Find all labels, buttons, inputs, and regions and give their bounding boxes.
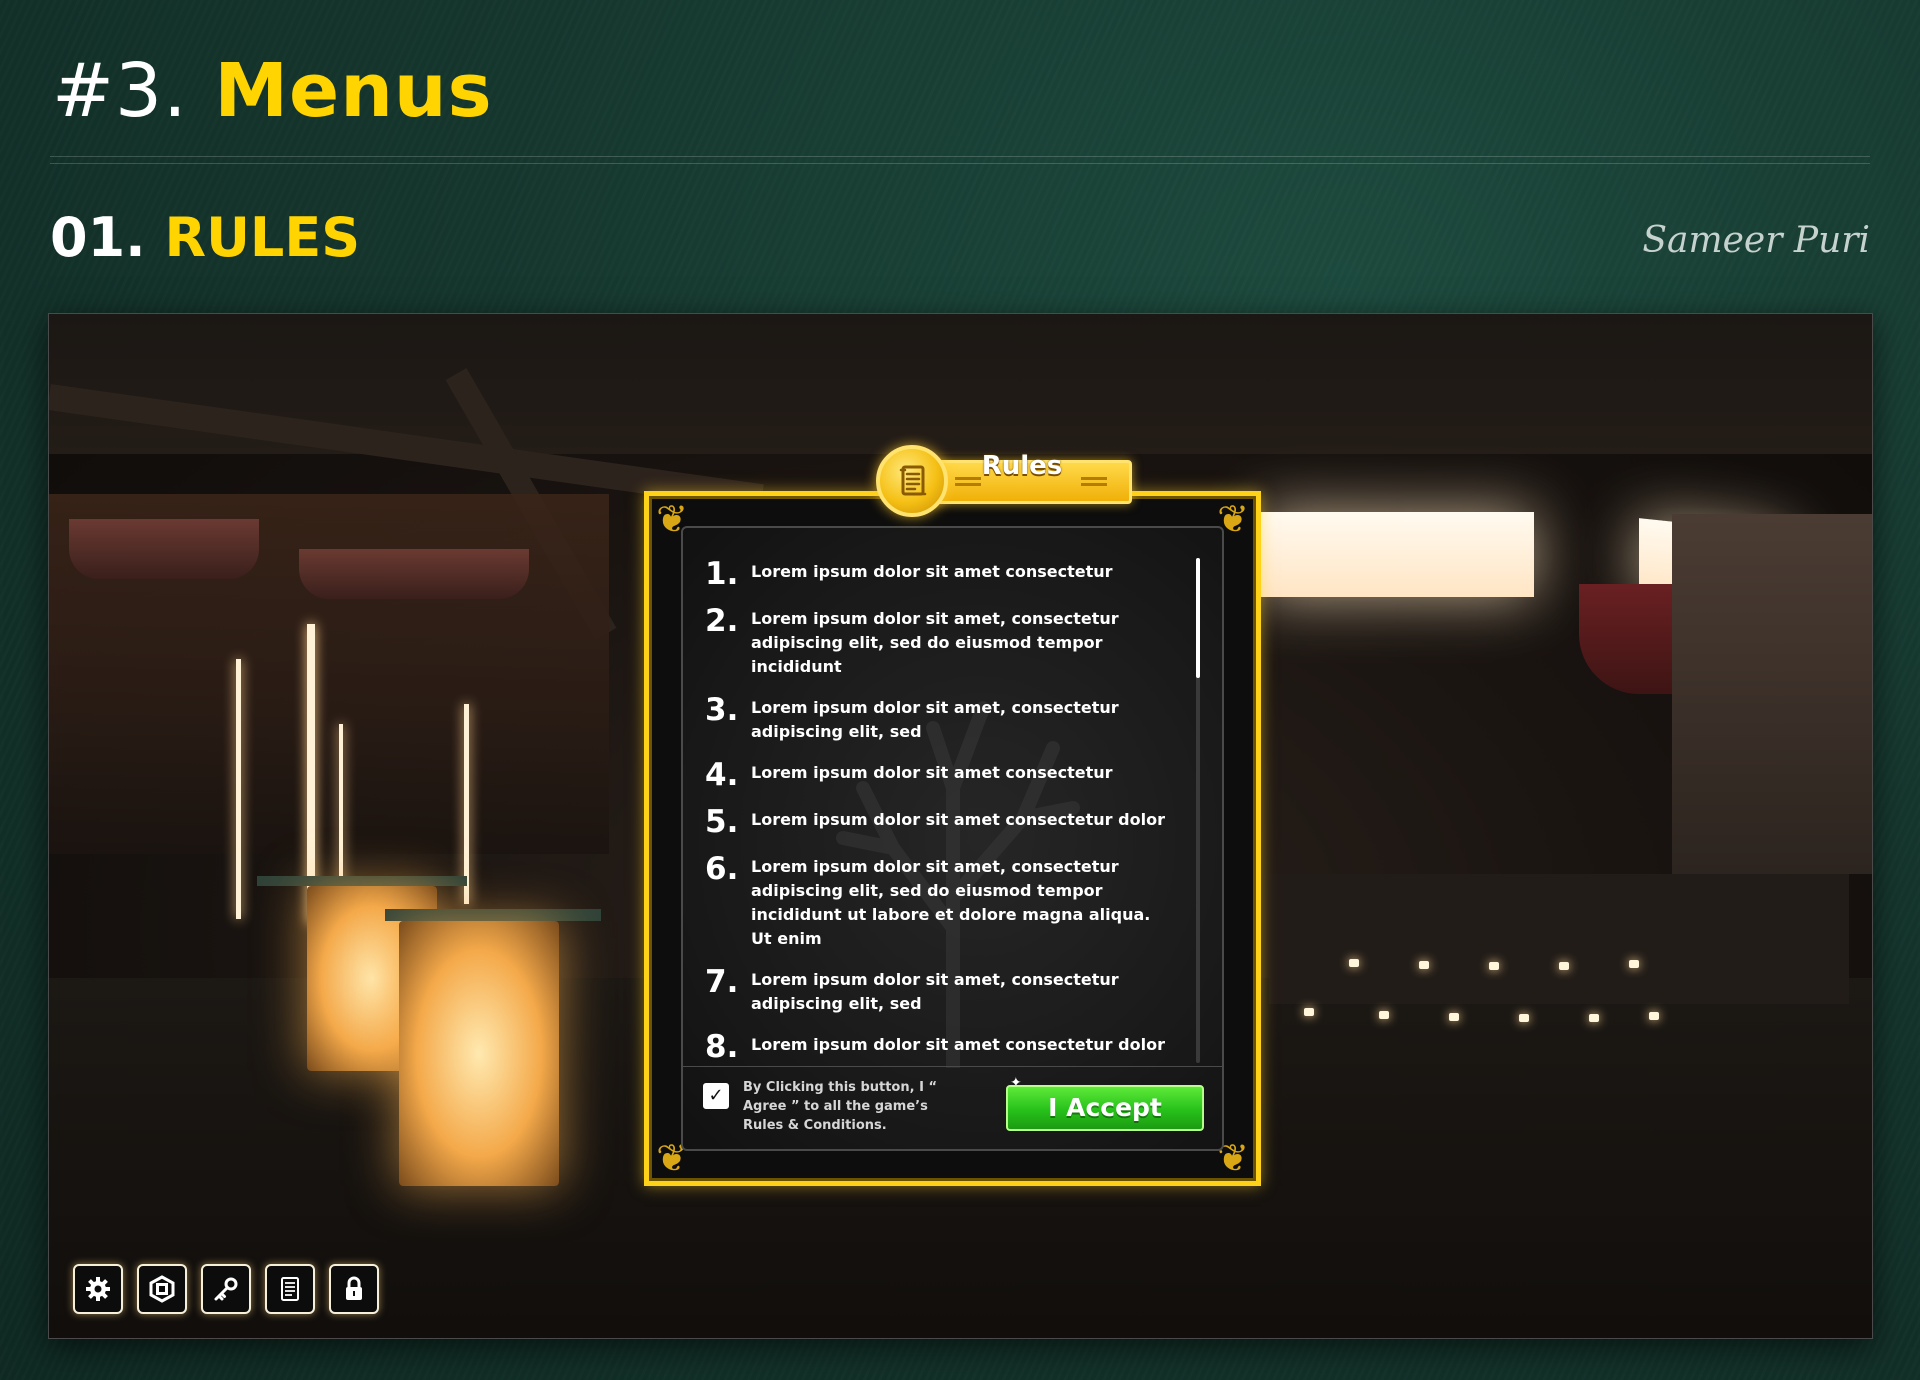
key-icon — [214, 1277, 238, 1301]
list-item: 6. Lorem ipsum dolor sit amet, consectetu… — [705, 853, 1174, 951]
scene-stage-light — [1649, 1012, 1659, 1020]
page-title-text: Menus — [214, 48, 493, 134]
divider — [50, 156, 1870, 157]
bottom-toolbar — [73, 1264, 379, 1314]
rules-dialog: ❦ ❦ ❦ ❦ 1. Lorem ipsum dolor sit amet con… — [644, 491, 1261, 1186]
rules-list[interactable]: 1. Lorem ipsum dolor sit amet consectetur… — [705, 558, 1174, 1078]
scene-stage-light — [1379, 1011, 1389, 1019]
rules-button[interactable] — [265, 1264, 315, 1314]
scene-curtain — [299, 549, 529, 599]
scene-pillar — [236, 659, 241, 919]
scene-lamp — [399, 921, 559, 1186]
accept-button[interactable]: I Accept — [1006, 1085, 1204, 1131]
section-title: 01. RULES — [50, 206, 360, 269]
list-item: 3. Lorem ipsum dolor sit amet, consectetu… — [705, 694, 1174, 744]
gear-icon — [86, 1277, 110, 1301]
scroll-icon — [876, 445, 948, 517]
list-item: 7. Lorem ipsum dolor sit amet, consectetu… — [705, 966, 1174, 1016]
settings-button[interactable] — [73, 1264, 123, 1314]
rules-scrollbar[interactable] — [1196, 558, 1200, 1063]
rule-number: 5. — [705, 804, 739, 840]
scene-stage-light — [1349, 959, 1359, 967]
scene-table-top — [385, 909, 601, 921]
rules-title-badge: Rules — [876, 445, 1140, 517]
scene-right-wall — [1672, 514, 1872, 874]
scene-pillar — [464, 704, 469, 904]
rule-text: Lorem ipsum dolor sit amet, consectetur … — [751, 609, 1119, 676]
rule-text: Lorem ipsum dolor sit amet consectetur — [751, 562, 1113, 581]
agree-checkbox[interactable]: ✓ — [703, 1083, 729, 1109]
rule-number: 1. — [705, 556, 739, 592]
lock-button[interactable] — [329, 1264, 379, 1314]
list-item: 8. Lorem ipsum dolor sit amet consectetur… — [705, 1031, 1174, 1063]
scene-stage — [1269, 874, 1849, 1004]
hexagon-icon — [149, 1275, 175, 1303]
rule-number: 8. — [705, 1029, 739, 1065]
scene-stage-light — [1449, 1013, 1459, 1021]
page-title-number: #3. — [52, 48, 188, 134]
page-title: #3. Menus — [52, 48, 493, 134]
list-item: 4. Lorem ipsum dolor sit amet consectetur — [705, 759, 1174, 791]
rule-text: Lorem ipsum dolor sit amet, consectetur … — [751, 698, 1119, 741]
rule-number: 3. — [705, 692, 739, 728]
robux-button[interactable] — [137, 1264, 187, 1314]
scene-table-top — [257, 876, 467, 886]
scene-stage-light — [1559, 962, 1569, 970]
list-item: 1. Lorem ipsum dolor sit amet consectetur — [705, 558, 1174, 590]
rule-number: 6. — [705, 851, 739, 887]
key-button[interactable] — [201, 1264, 251, 1314]
scene-stage-light — [1589, 1014, 1599, 1022]
rule-text: Lorem ipsum dolor sit amet, consectetur … — [751, 857, 1151, 948]
rules-panel: 1. Lorem ipsum dolor sit amet consectetur… — [681, 526, 1224, 1151]
lock-icon — [346, 1276, 362, 1300]
agree-label: By Clicking this button, I “ Agree ” to … — [743, 1080, 937, 1133]
game-screenshot: ❦ ❦ ❦ ❦ 1. Lorem ipsum dolor sit amet con… — [48, 313, 1873, 1339]
rule-number: 2. — [705, 603, 739, 639]
scene-stage-light — [1304, 1008, 1314, 1016]
scene-stage-light — [1419, 961, 1429, 969]
author-signature: Sameer Puri — [1642, 220, 1870, 261]
divider — [50, 163, 1870, 164]
scene-stage-light — [1629, 960, 1639, 968]
rule-number: 7. — [705, 964, 739, 1000]
scene-curtain — [69, 519, 259, 579]
section-number: 01. — [50, 206, 146, 269]
rule-text: Lorem ipsum dolor sit amet consectetur d… — [751, 810, 1165, 829]
list-item: 5. Lorem ipsum dolor sit amet consectetur… — [705, 806, 1174, 838]
rule-text: Lorem ipsum dolor sit amet, consectetur … — [751, 970, 1119, 1013]
list-item: 2. Lorem ipsum dolor sit amet, consectetu… — [705, 605, 1174, 679]
scene-light-panel — [1259, 512, 1534, 597]
scene-stage-light — [1489, 962, 1499, 970]
scene-pillar — [339, 724, 343, 894]
scrollbar-thumb[interactable] — [1196, 558, 1200, 678]
rule-text: Lorem ipsum dolor sit amet consectetur d… — [751, 1035, 1165, 1054]
section-name: RULES — [164, 206, 361, 269]
rule-text: Lorem ipsum dolor sit amet consectetur — [751, 763, 1113, 782]
scene-stage-light — [1519, 1014, 1529, 1022]
divider — [683, 1066, 1222, 1067]
rule-number: 4. — [705, 757, 739, 793]
document-icon — [281, 1277, 299, 1301]
